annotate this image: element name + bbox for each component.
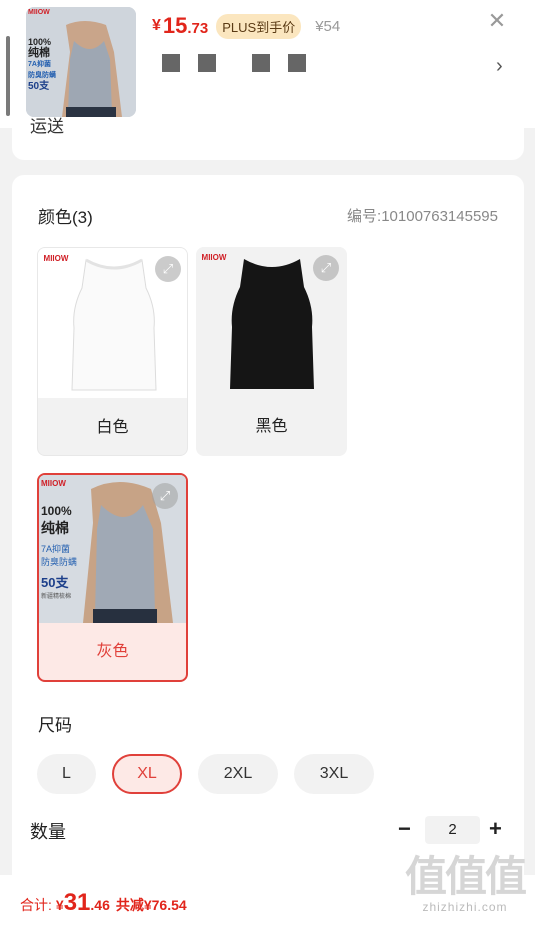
watermark: 值值值 zhizhizhi.com [404,853,527,915]
expand-icon[interactable]: ⤢ [313,255,339,281]
previous-section-card: 运送 [12,117,524,160]
quantity-value[interactable]: 2 [425,816,480,844]
plus-price-badge: PLUS到手价 [216,13,302,39]
color-option-label: 黑色 [255,418,288,435]
discount-total: 共减¥76.54 [115,897,187,913]
gray-new: 新疆精梳棉 [41,594,72,600]
watermark-logo: 值值值 [404,853,527,900]
thumb-cotton: 纯棉 [28,47,50,59]
product-code: 编号:10100763145595 [347,208,498,225]
size-section-title: 尺码 [38,716,72,735]
color-option-label: 白色 [96,419,129,436]
total-currency: ¥ [55,897,64,913]
thumb-7a: 7A抑菌 [28,61,51,68]
masked-spec [288,54,306,72]
product-thumbnail[interactable]: MIIOW 100% 纯棉 7A抑菌 防臭防螨 50支 [26,7,136,117]
masked-spec [252,54,270,72]
gray-7a: 7A抑菌 [41,544,71,554]
gray-50: 50支 [41,575,69,590]
color-option-image: MIIOW ⤢ [38,248,187,398]
scrollbar[interactable] [6,36,10,116]
price-integer: 15 [162,13,188,38]
thumb-brand: MIIOW [28,9,50,16]
price-currency: ¥ [152,17,161,34]
quantity-minus-button[interactable]: − [398,816,411,842]
quantity-plus-button[interactable]: + [489,816,502,842]
gray-anti: 防臭防螨 [41,557,78,567]
gray-cotton: 纯棉 [41,520,69,536]
total-price-row: 合计: ¥ 31 .46 共减¥76.54 [20,889,187,917]
color-option-black[interactable]: MIIOW ⤢ 黑色 [196,247,347,456]
size-option-xl[interactable]: XL [112,754,182,794]
product-summary-panel: MIIOW 100% 纯棉 7A抑菌 防臭防螨 50支 ¥ 15 .73 PLU… [0,0,535,128]
original-price: ¥54 [315,17,341,35]
watermark-url: zhizhizhi.com [422,900,508,914]
color-option-image: MIIOW ⤢ [196,247,347,397]
price-decimal: .73 [187,19,209,37]
color-option-white[interactable]: MIIOW ⤢ 白色 [37,247,188,456]
size-option-l[interactable]: L [37,754,96,794]
total-label: 合计: [20,897,52,913]
close-icon[interactable]: ✕ [486,10,508,32]
expand-icon[interactable]: ⤢ [155,256,181,282]
size-option-3xl[interactable]: 3XL [294,754,374,794]
color-option-label: 灰色 [96,643,129,660]
thumb-50: 50支 [28,81,50,92]
brand-logo: MIIOW [41,479,66,488]
brand-logo: MIIOW [201,253,227,262]
color-section-title: 颜色(3) [38,208,93,227]
price-row: ¥ 15 .73 PLUS到手价 ¥54 [152,12,340,40]
cut-off-label: 运送 [30,117,64,136]
size-option-2xl[interactable]: 2XL [198,754,278,794]
quantity-label: 数量 [30,822,66,842]
expand-icon[interactable]: ⤢ [152,483,178,509]
chevron-right-icon[interactable]: › [496,55,503,78]
thumb-anti: 防臭防螨 [28,72,56,79]
gray-100: 100% [41,504,72,518]
total-decimal: .46 [90,897,110,913]
color-option-gray[interactable]: MIIOW 100% 纯棉 7A抑菌 防臭防螨 50支 新疆精梳棉 ⤢ 灰色 [37,473,188,682]
masked-spec [198,54,216,72]
color-option-image: MIIOW 100% 纯棉 7A抑菌 防臭防螨 50支 新疆精梳棉 ⤢ [39,475,186,623]
total-integer: 31 [63,889,91,916]
masked-spec [162,54,180,72]
brand-logo: MIIOW [43,254,69,263]
